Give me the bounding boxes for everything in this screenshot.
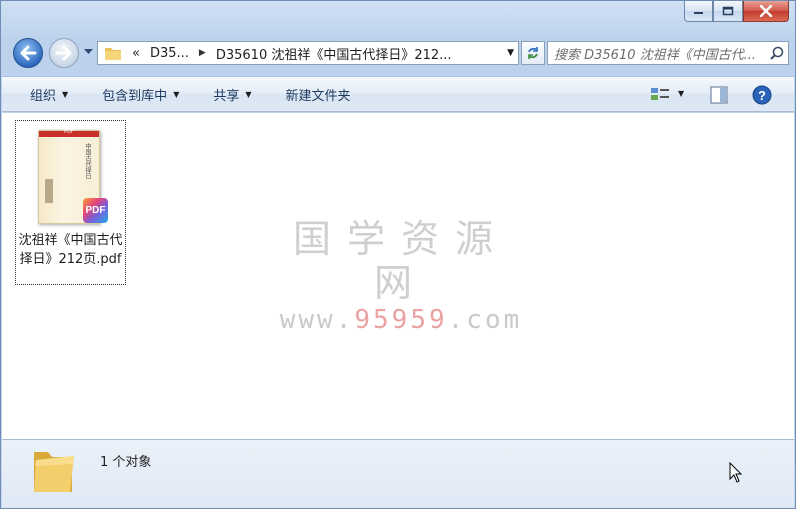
refresh-icon: [528, 47, 538, 59]
address-dropdown-icon[interactable]: ▼: [507, 48, 514, 58]
file-item[interactable]: PDF 中国古代择日 PDF 沈祖祥《中国古代择日》212页.pdf: [15, 120, 126, 285]
close-button[interactable]: [743, 1, 789, 22]
chevron-down-icon: ▼: [173, 89, 180, 99]
address-overflow-chevron[interactable]: «: [132, 46, 140, 61]
thumbnail-header: PDF: [39, 129, 99, 137]
item-count: 1 个对象: [100, 455, 152, 470]
watermark-url-suffix: .com: [447, 305, 523, 335]
minimize-button[interactable]: [684, 1, 713, 22]
maximize-icon: [722, 6, 734, 16]
watermark-text: 国学资源网: [292, 217, 509, 305]
change-view-button[interactable]: [650, 86, 670, 104]
chevron-down-icon: ▼: [245, 89, 252, 99]
include-in-library-menu[interactable]: 包含到库中 ▼: [102, 77, 179, 111]
recent-pages-dropdown[interactable]: [83, 47, 93, 57]
folder-icon: [105, 48, 121, 60]
preview-pane-button[interactable]: [710, 86, 728, 108]
folder-icon: [34, 452, 74, 492]
refresh-button[interactable]: [521, 41, 545, 65]
back-button[interactable]: [13, 38, 43, 68]
search-placeholder: 搜索 D35610 沈祖祥《中国古代...: [554, 47, 757, 63]
preview-pane-icon: [710, 86, 728, 104]
search-icon[interactable]: [770, 46, 784, 60]
breadcrumb-parent[interactable]: D35...: [150, 46, 189, 61]
thumbnail-decoration: [45, 179, 53, 203]
watermark-url-prefix: www.: [279, 305, 355, 335]
forward-button[interactable]: [49, 38, 79, 68]
help-icon: ?: [752, 85, 772, 105]
thumbnail-title: 中国古代择日: [84, 143, 91, 179]
details-pane: 1 个对象: [2, 439, 794, 508]
back-arrow-icon: [20, 45, 37, 61]
command-bar: 组织 ▼ 包含到库中 ▼ 共享 ▼ 新建文件夹 ▼ ?: [2, 76, 794, 112]
chevron-down-icon: [83, 49, 93, 54]
breadcrumb-separator-icon[interactable]: ▶: [199, 48, 206, 58]
new-folder-label: 新建文件夹: [285, 88, 351, 104]
file-list[interactable]: PDF 中国古代择日 PDF 沈祖祥《中国古代择日》212页.pdf 国学资源网…: [2, 113, 794, 439]
pdf-icon: PDF: [83, 198, 108, 223]
navigation-row: « D35... ▶ D35610 沈祖祥《中国古代择日》212... ▼ 搜索…: [9, 35, 789, 71]
thumbnail-header-text: PDF: [64, 129, 74, 135]
chevron-down-icon: ▼: [62, 89, 69, 99]
share-label: 共享: [213, 88, 240, 104]
close-icon: [759, 5, 773, 17]
address-bar[interactable]: « D35... ▶ D35610 沈祖祥《中国古代择日》212... ▼: [97, 41, 519, 65]
svg-text:?: ?: [758, 88, 766, 103]
minimize-icon: [693, 12, 703, 14]
view-icon: [651, 88, 669, 100]
organize-menu[interactable]: 组织 ▼: [30, 77, 68, 111]
forward-arrow-icon: [55, 45, 72, 61]
caption-buttons: [684, 1, 789, 22]
view-dropdown-icon[interactable]: ▼: [678, 89, 684, 98]
include-library-label: 包含到库中: [102, 88, 168, 104]
mouse-cursor-icon: [729, 462, 743, 483]
organize-label: 组织: [30, 88, 57, 104]
explorer-window: « D35... ▶ D35610 沈祖祥《中国古代择日》212... ▼ 搜索…: [0, 0, 796, 509]
file-name[interactable]: 沈祖祥《中国古代择日》212页.pdf: [18, 231, 123, 269]
watermark: 国学资源网 www.95959.com: [270, 217, 532, 335]
breadcrumb-current[interactable]: D35610 沈祖祥《中国古代择日》212...: [216, 44, 452, 63]
new-folder-button[interactable]: 新建文件夹: [286, 77, 351, 111]
watermark-url-highlight: 95959: [354, 305, 448, 335]
help-button[interactable]: ?: [752, 85, 772, 109]
share-menu[interactable]: 共享 ▼: [213, 77, 251, 111]
maximize-button[interactable]: [713, 1, 743, 22]
search-box[interactable]: 搜索 D35610 沈祖祥《中国古代...: [547, 41, 789, 65]
watermark-url: www.95959.com: [270, 305, 532, 335]
